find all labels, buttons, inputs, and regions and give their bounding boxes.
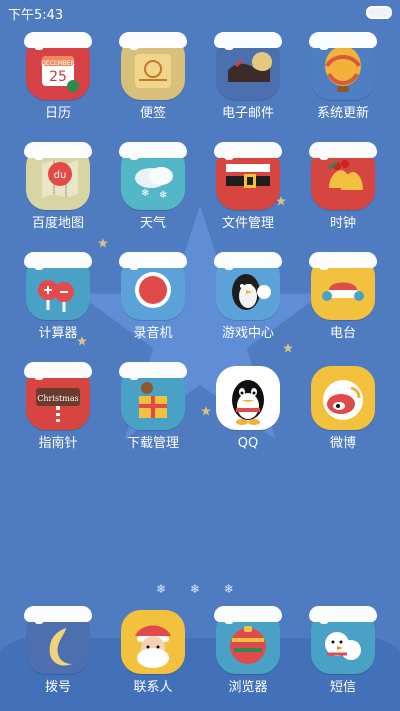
snow-cap-decoration <box>119 32 187 50</box>
app-label: 日历 <box>44 106 71 121</box>
snow-cap-decoration <box>24 606 92 624</box>
app-label: 短信 <box>329 680 356 695</box>
app-label: 系统更新 <box>316 106 369 121</box>
radio-icon <box>309 252 377 320</box>
weather-icon: ❄ ❄ <box>119 142 187 210</box>
svg-text:❄: ❄ <box>141 188 149 199</box>
dock-app-contacts[interactable]: 联系人 <box>106 610 200 710</box>
app-label: 微博 <box>329 436 356 451</box>
update-balloon-icon <box>309 32 377 100</box>
app-qq[interactable]: QQ <box>201 366 295 476</box>
dock-app-browser[interactable]: 浏览器 <box>201 606 295 710</box>
app-notes[interactable]: 便签 <box>106 32 200 146</box>
app-label: 电台 <box>329 326 356 341</box>
app-radio[interactable]: 电台 <box>296 252 390 366</box>
app-label: 计算器 <box>38 326 78 341</box>
app-baidu-map[interactable]: du 百度地图 <box>11 142 105 256</box>
snow-cap-decoration <box>309 32 377 50</box>
app-label: QQ <box>237 436 259 451</box>
app-email[interactable]: 电子邮件 <box>201 32 295 146</box>
app-label: 百度地图 <box>31 216 84 231</box>
app-label: 联系人 <box>133 680 173 695</box>
app-label: 文件管理 <box>221 216 274 231</box>
svg-text:❄: ❄ <box>159 190 167 201</box>
snow-cap-decoration <box>309 606 377 624</box>
page-dot-icon: ❄ <box>156 582 177 596</box>
snow-cap-decoration <box>119 362 187 380</box>
app-label: 游戏中心 <box>221 326 274 341</box>
baidu-du-text: du <box>54 170 67 181</box>
app-label: 时钟 <box>329 216 356 231</box>
snow-cap-decoration <box>214 252 282 270</box>
weibo-icon <box>311 366 375 430</box>
calendar-day-text: 25 <box>49 69 67 85</box>
game-center-icon <box>214 252 282 320</box>
app-calculator[interactable]: 计算器 <box>11 252 105 366</box>
snow-cap-decoration <box>24 32 92 50</box>
app-clock[interactable]: 时钟 <box>296 142 390 256</box>
status-time: 下午5:43 <box>8 8 64 23</box>
snow-cap-decoration <box>309 142 377 160</box>
app-label: 便签 <box>139 106 166 121</box>
file-manager-icon <box>214 142 282 210</box>
download-gift-icon <box>119 362 187 430</box>
clock-bells-icon <box>309 142 377 210</box>
app-calendar[interactable]: DECEMBER 25 日历 <box>11 32 105 146</box>
calendar-icon: DECEMBER 25 <box>24 32 92 100</box>
app-label: 浏览器 <box>228 680 268 695</box>
snow-cap-decoration <box>24 252 92 270</box>
dock-app-messages[interactable]: 短信 <box>296 606 390 710</box>
app-label: 拨号 <box>44 680 71 695</box>
calendar-month-text: DECEMBER <box>41 60 75 67</box>
messages-snowman-icon <box>309 606 377 674</box>
compass-sign-icon: Christmas <box>24 362 92 430</box>
snow-cap-decoration <box>119 142 187 160</box>
mail-icon <box>214 32 282 100</box>
app-label: 天气 <box>139 216 166 231</box>
app-file-manager[interactable]: 文件管理 <box>201 142 295 256</box>
contacts-santa-icon <box>121 610 185 674</box>
app-weather[interactable]: ❄ ❄ 天气 <box>106 142 200 256</box>
dock: 拨号 联系人 浏览器 短信 <box>0 606 400 711</box>
snow-cap-decoration <box>214 606 282 624</box>
calculator-icon <box>24 252 92 320</box>
app-weibo[interactable]: 微博 <box>296 366 390 476</box>
browser-ornament-icon <box>214 606 282 674</box>
page-dot-icon: ❄ <box>223 582 244 596</box>
snow-cap-decoration <box>119 252 187 270</box>
snow-cap-decoration <box>24 142 92 160</box>
app-system-update[interactable]: 系统更新 <box>296 32 390 146</box>
page-dot-icon: ❄ <box>189 582 211 596</box>
recorder-icon <box>119 252 187 320</box>
app-game-center[interactable]: 游戏中心 <box>201 252 295 366</box>
qq-icon <box>216 366 280 430</box>
app-label: 录音机 <box>133 326 173 341</box>
app-label: 电子邮件 <box>221 106 274 121</box>
contacts-santa-icon <box>135 625 171 668</box>
battery-icon <box>366 6 392 19</box>
snow-cap-decoration <box>214 142 282 160</box>
snow-cap-decoration <box>214 32 282 50</box>
snow-cap-decoration <box>309 252 377 270</box>
page-indicator: ❄ ❄ ❄ <box>0 582 400 596</box>
app-label: 指南针 <box>38 436 78 451</box>
note-icon <box>119 32 187 100</box>
weibo-icon <box>323 380 363 420</box>
dock-app-phone[interactable]: 拨号 <box>11 606 105 710</box>
app-recorder[interactable]: 录音机 <box>106 252 200 366</box>
map-icon: du <box>24 142 92 210</box>
snow-cap-decoration <box>24 362 92 380</box>
phone-moon-icon <box>24 606 92 674</box>
app-compass[interactable]: Christmas 指南针 <box>11 362 105 476</box>
app-label: 下载管理 <box>126 436 179 451</box>
status-bar: 下午5:43 <box>0 0 400 23</box>
christmas-text: Christmas <box>37 394 78 403</box>
app-download-manager[interactable]: 下载管理 <box>106 362 200 476</box>
home-screen: 下午5:43 DECEMBER 25 日历 便签 电子邮件 系统更新 du 百度… <box>0 0 400 711</box>
qq-icon <box>232 380 264 425</box>
